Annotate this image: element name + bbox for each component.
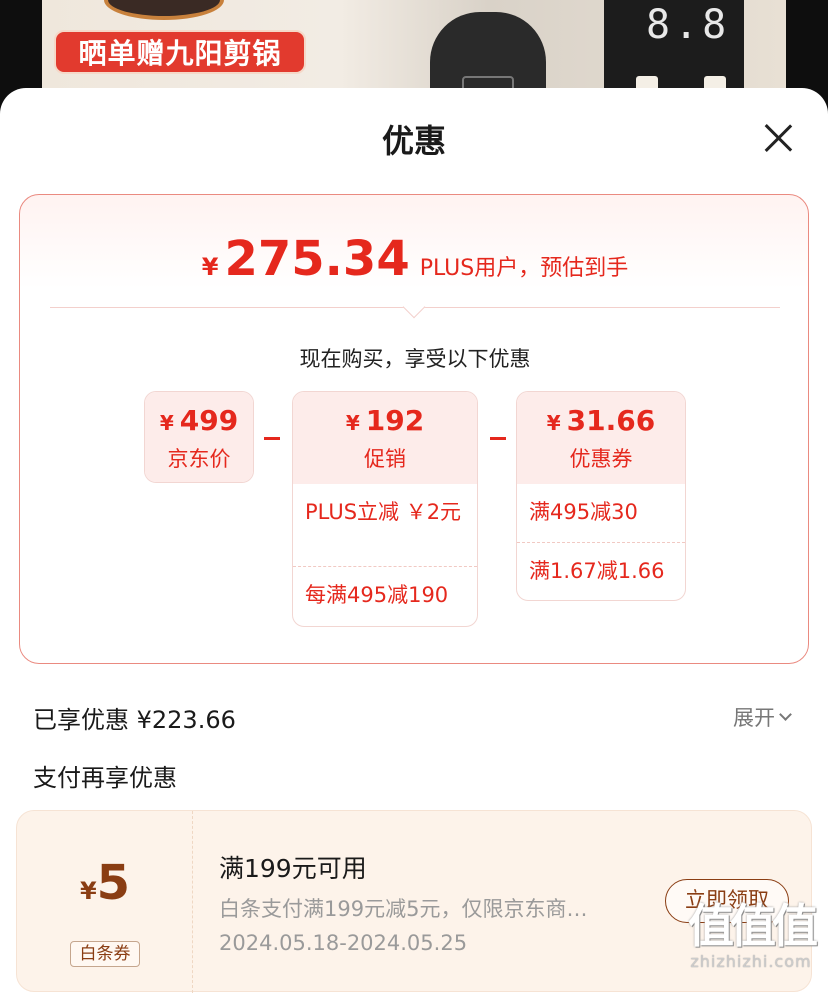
coupon-label: 优惠券: [569, 446, 633, 471]
discount-card: ¥ 275.34 PLUS用户，预估到手 现在购买，享受以下优惠 ¥499 京东…: [19, 194, 809, 664]
coupon-value: ¥5: [17, 855, 193, 911]
coupon-value-amount: 5: [96, 855, 131, 911]
promotion-details: PLUS立减 ￥2元 每满495减190: [293, 484, 477, 621]
expand-button[interactable]: 展开: [733, 702, 792, 732]
promotion-amount: 192: [365, 403, 425, 437]
minus-sign: [264, 437, 280, 440]
sheet-title: 优惠: [381, 122, 446, 160]
estimated-price: ¥ 275.34 PLUS用户，预估到手: [20, 231, 810, 287]
divider-notch: [402, 295, 426, 319]
coupon-details: 满495减30 满1.67减1.66: [517, 484, 685, 597]
estimated-price-value: 275.34: [224, 231, 410, 287]
minus-sign: [490, 437, 506, 440]
buy-hint: 现在购买，享受以下优惠: [299, 347, 531, 371]
currency-symbol: ¥: [159, 410, 174, 435]
expand-label: 展开: [733, 706, 775, 730]
promotion-row: 每满495减190: [293, 566, 477, 621]
promotion-head: ¥192 促销: [293, 392, 477, 484]
jd-price-label: 京东价: [167, 446, 231, 471]
coupon-title: 满199元可用: [219, 854, 367, 883]
watermark-url: zhizhizhi.com: [690, 952, 812, 971]
coupon-head: ¥31.66 优惠券: [517, 392, 685, 484]
discount-sheet: 优惠 ¥ 275.34 PLUS用户，预估到手 现在购买，享受以下优惠 ¥499…: [0, 88, 828, 1003]
promotion-box: ¥192 促销 PLUS立减 ￥2元 每满495减190: [292, 391, 478, 627]
coupon-value-section: ¥5 白条券: [17, 811, 193, 993]
currency-symbol: ¥: [546, 410, 561, 435]
promo-banner: 晒单赠九阳剪锅: [54, 30, 306, 74]
jd-price-amount: 499: [179, 403, 239, 437]
promotion-label: 促销: [364, 446, 406, 471]
enjoyed-discount-total: 已享优惠 ¥223.66: [33, 706, 236, 734]
promotion-row: PLUS立减 ￥2元: [305, 500, 462, 524]
jd-price-head: ¥499 京东价: [145, 392, 253, 482]
coupon-box: ¥31.66 优惠券 满495减30 满1.67减1.66: [516, 391, 686, 601]
watermark: 值值值 zhizhizhi.com: [676, 900, 826, 971]
chevron-down-icon: [779, 708, 792, 721]
estimated-price-label: PLUS用户，预估到手: [419, 256, 629, 281]
jd-price-box: ¥499 京东价: [144, 391, 254, 483]
watermark-logo: 值值值: [688, 899, 818, 953]
digital-display: 8.8: [646, 2, 731, 48]
coupon-amount: 31.66: [566, 403, 656, 437]
coupon-row: 满495减30: [529, 500, 638, 524]
payment-discount-title: 支付再享优惠: [33, 764, 177, 792]
close-icon[interactable]: [760, 120, 796, 156]
coupon-type-badge: 白条券: [70, 941, 140, 967]
currency-symbol: ¥: [345, 410, 360, 435]
coupon-row: 满1.67减1.66: [517, 542, 685, 597]
currency-symbol: ¥: [201, 253, 219, 281]
currency-symbol: ¥: [79, 877, 97, 905]
coupon-validity: 2024.05.18-2024.05.25: [219, 931, 468, 955]
coupon-description: 白条支付满199元减5元，仅限京东商…: [219, 897, 588, 921]
